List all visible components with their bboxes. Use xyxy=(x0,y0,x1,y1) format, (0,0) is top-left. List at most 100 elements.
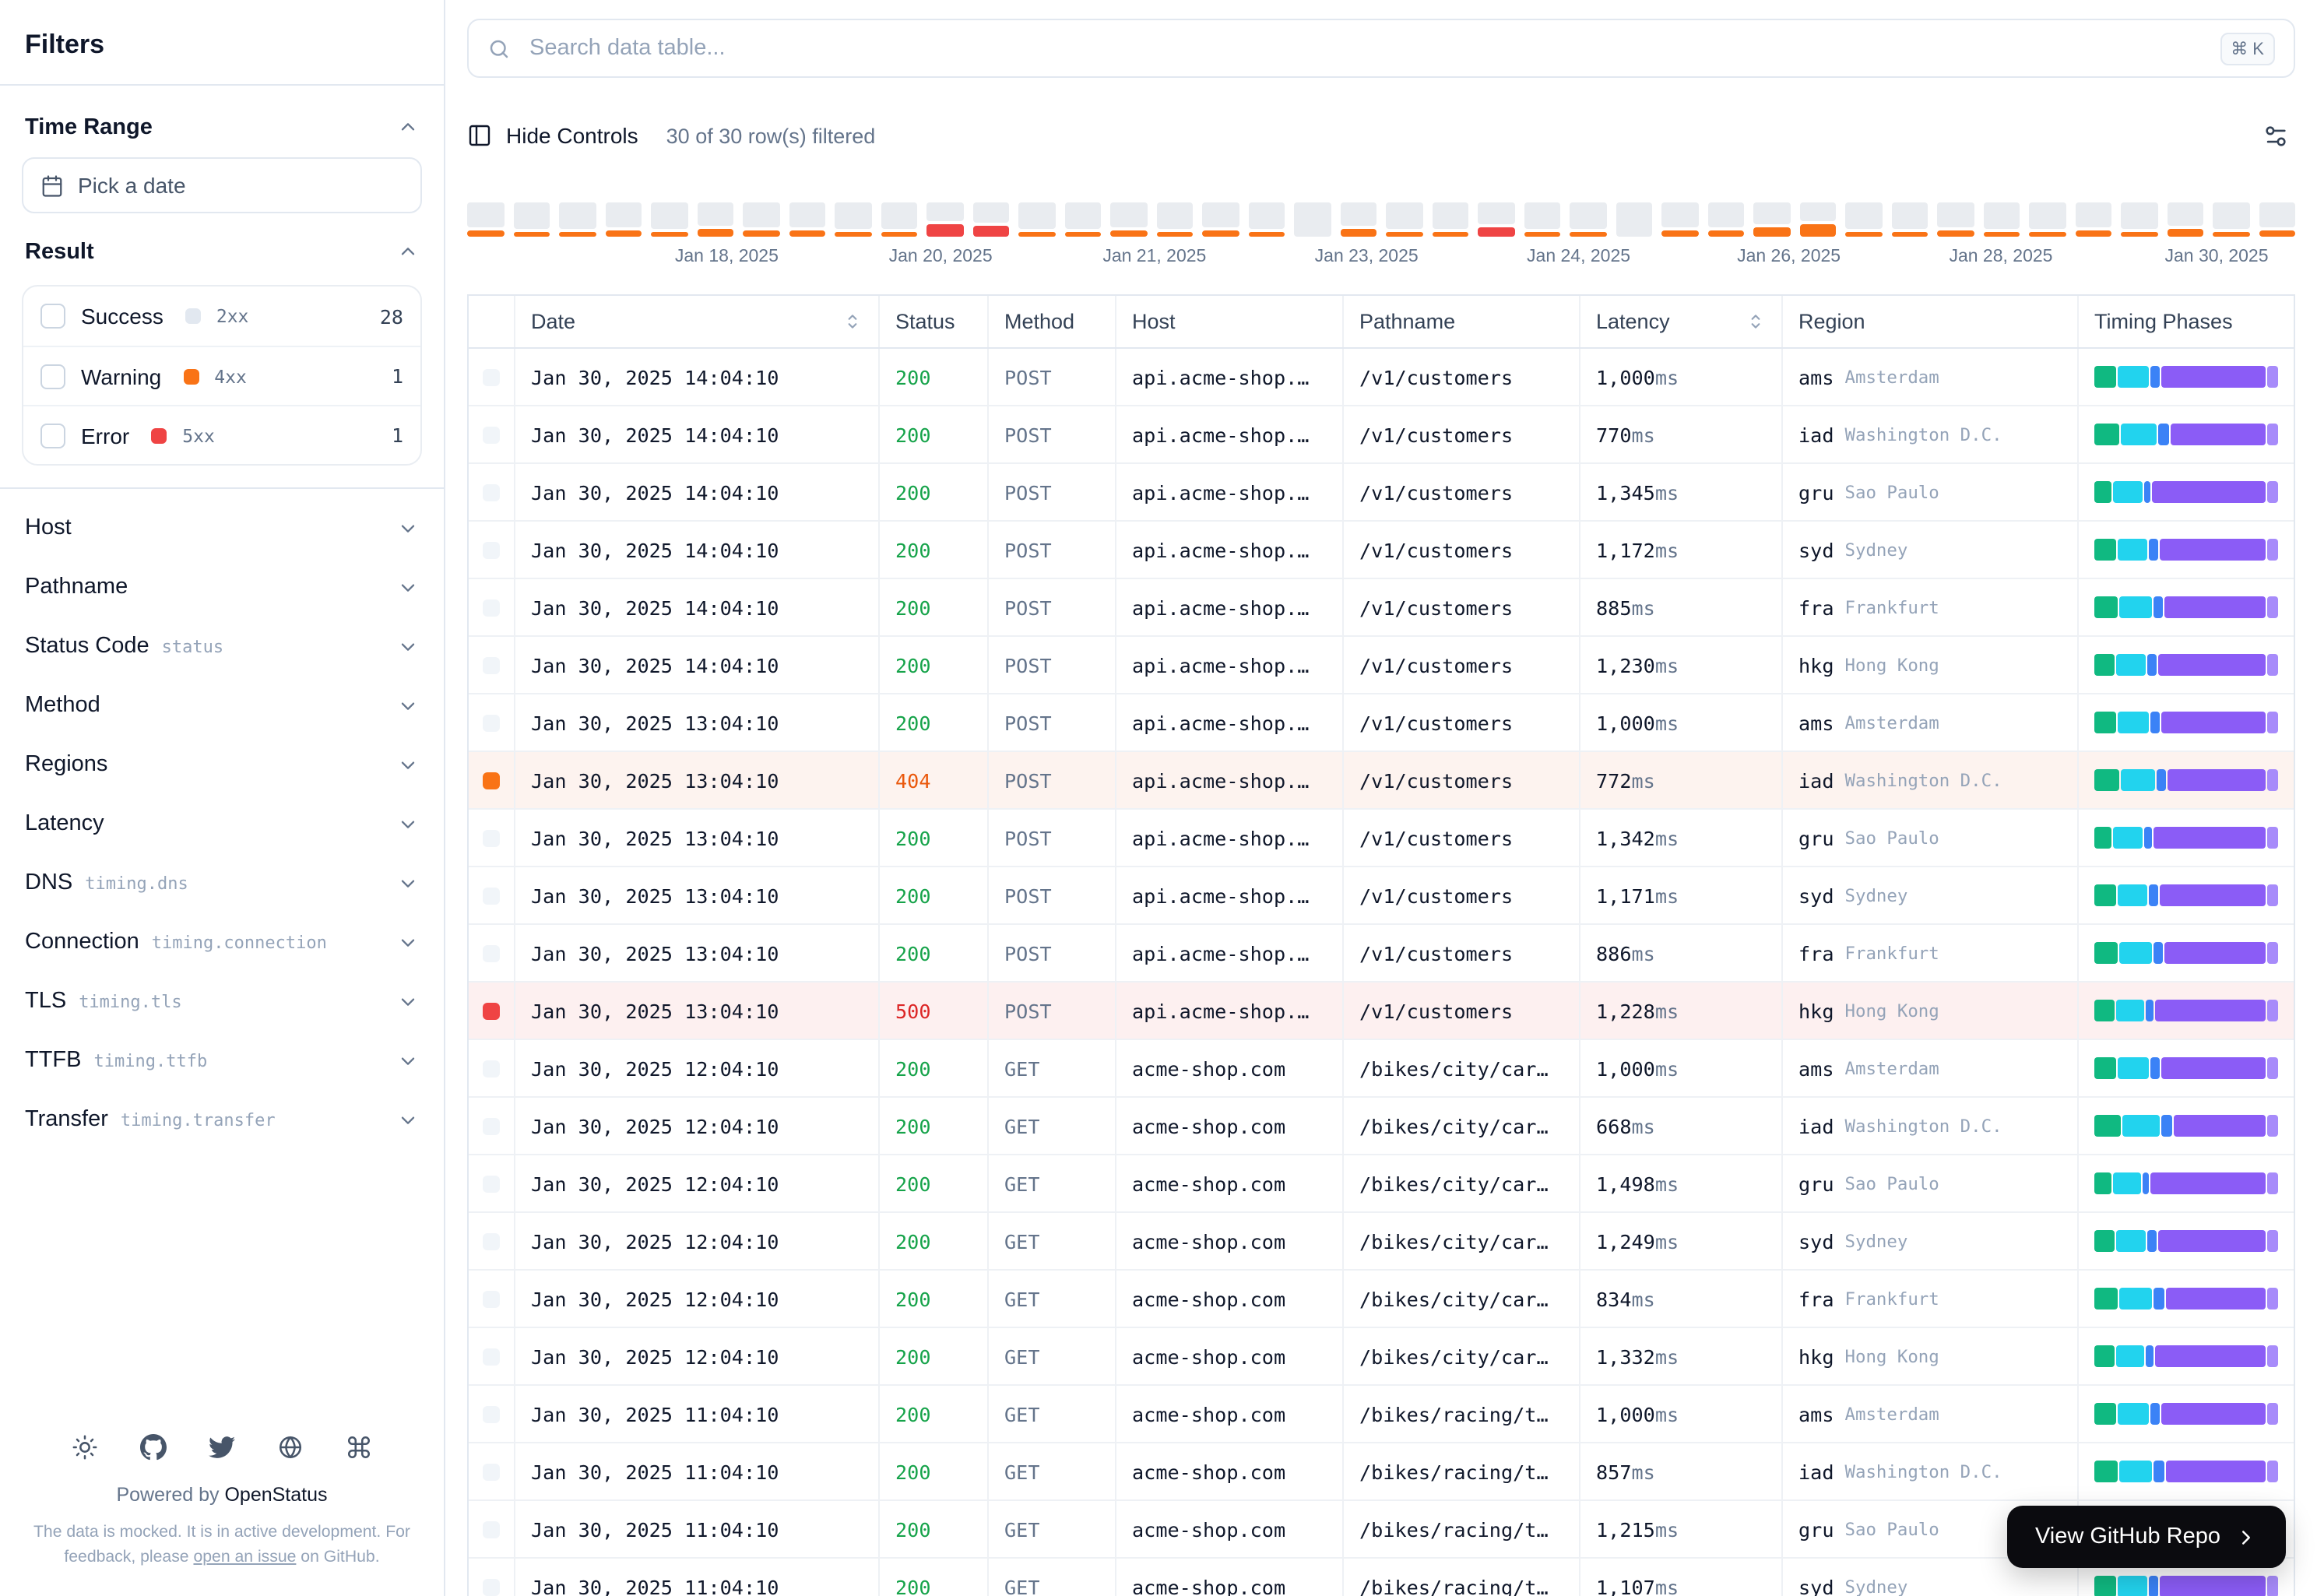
timeline-bar[interactable] xyxy=(1799,202,1836,237)
timeline-bar[interactable] xyxy=(605,202,642,237)
timeline-bar[interactable] xyxy=(789,202,825,237)
row-select-indicator[interactable] xyxy=(469,1155,515,1211)
row-select-indicator[interactable] xyxy=(469,1501,515,1557)
timeline-bar[interactable] xyxy=(2121,202,2157,237)
table-row[interactable]: Jan 30, 2025 13:04:10 500 POST api.acme-sho… xyxy=(469,983,2294,1040)
table-row[interactable]: Jan 30, 2025 14:04:10 200 POST api.acme-sho… xyxy=(469,637,2294,694)
timeline-bar[interactable] xyxy=(697,202,733,237)
table-row[interactable]: Jan 30, 2025 14:04:10 200 POST api.acme-sho… xyxy=(469,406,2294,464)
row-select-indicator[interactable] xyxy=(469,1328,515,1384)
row-select-indicator[interactable] xyxy=(469,1386,515,1442)
timeline-bar[interactable] xyxy=(2029,202,2066,237)
timeline-bar[interactable] xyxy=(1064,202,1101,237)
timeline-bar[interactable] xyxy=(2167,202,2203,237)
timeline-bar[interactable] xyxy=(1570,202,1606,237)
table-row[interactable]: Jan 30, 2025 13:04:10 200 POST api.acme-sho… xyxy=(469,867,2294,925)
row-select-indicator[interactable] xyxy=(469,1040,515,1096)
search-input[interactable] xyxy=(526,34,2205,62)
result-section-header[interactable]: Result xyxy=(22,223,422,282)
globe-icon[interactable] xyxy=(277,1434,304,1461)
row-select-indicator[interactable] xyxy=(469,349,515,405)
row-select-indicator[interactable] xyxy=(469,1213,515,1269)
timeline-bar[interactable] xyxy=(1248,202,1285,237)
timeline-bar[interactable] xyxy=(1983,202,2020,237)
result-option[interactable]: Warning 4xx 1 xyxy=(23,346,420,405)
row-select-indicator[interactable] xyxy=(469,522,515,578)
filter-section[interactable]: Method xyxy=(22,676,422,735)
table-row[interactable]: Jan 30, 2025 14:04:10 200 POST api.acme-sho… xyxy=(469,522,2294,579)
table-row[interactable]: Jan 30, 2025 13:04:10 200 POST api.acme-sho… xyxy=(469,694,2294,752)
timeline-bar[interactable] xyxy=(2075,202,2111,237)
timeline-bar[interactable] xyxy=(651,202,687,237)
timeline-bar[interactable] xyxy=(2213,202,2249,237)
timeline-bar[interactable] xyxy=(1845,202,1882,237)
table-row[interactable]: Jan 30, 2025 12:04:10 200 GET acme-shop.com… xyxy=(469,1098,2294,1155)
timeline-bar[interactable] xyxy=(1524,202,1560,237)
timeline-bar[interactable] xyxy=(559,202,596,237)
checkbox[interactable] xyxy=(40,304,65,329)
filter-section[interactable]: Host xyxy=(22,498,422,557)
table-row[interactable]: Jan 30, 2025 12:04:10 200 GET acme-shop.com… xyxy=(469,1040,2294,1098)
row-select-indicator[interactable] xyxy=(469,925,515,981)
row-select-indicator[interactable] xyxy=(469,1443,515,1499)
open-issue-link[interactable]: open an issue xyxy=(193,1548,296,1566)
table-row[interactable]: Jan 30, 2025 12:04:10 200 GET acme-shop.com… xyxy=(469,1213,2294,1271)
timeline-bar[interactable] xyxy=(1156,202,1193,237)
timeline-bar[interactable] xyxy=(467,202,504,237)
timeline-bar[interactable] xyxy=(1018,202,1055,237)
timeline-bar[interactable] xyxy=(881,202,917,237)
table-row[interactable]: Jan 30, 2025 14:04:10 200 POST api.acme-sho… xyxy=(469,579,2294,637)
filter-section[interactable]: TTFB timing.ttfb xyxy=(22,1031,422,1090)
column-header-latency[interactable]: Latency xyxy=(1580,296,1783,347)
row-select-indicator[interactable] xyxy=(469,406,515,462)
filter-section[interactable]: Regions xyxy=(22,735,422,794)
timeline-bar[interactable] xyxy=(1661,202,1698,237)
table-row[interactable]: Jan 30, 2025 13:04:10 200 POST api.acme-sho… xyxy=(469,810,2294,867)
view-options-button[interactable] xyxy=(2256,116,2295,155)
table-row[interactable]: Jan 30, 2025 11:04:10 200 GET acme-shop.com… xyxy=(469,1443,2294,1501)
result-option[interactable]: Error 5xx 1 xyxy=(23,405,420,464)
table-row[interactable]: Jan 30, 2025 12:04:10 200 GET acme-shop.com… xyxy=(469,1328,2294,1386)
row-select-indicator[interactable] xyxy=(469,1098,515,1154)
table-row[interactable]: Jan 30, 2025 13:04:10 200 POST api.acme-sho… xyxy=(469,925,2294,983)
row-select-indicator[interactable] xyxy=(469,983,515,1039)
timeline-bar[interactable] xyxy=(835,202,871,237)
timeline-bar[interactable] xyxy=(1478,202,1514,237)
timeline-bar[interactable] xyxy=(2259,202,2295,237)
table-row[interactable]: Jan 30, 2025 11:04:10 200 GET acme-shop.com… xyxy=(469,1386,2294,1443)
twitter-icon[interactable] xyxy=(209,1434,235,1461)
command-icon[interactable] xyxy=(346,1434,372,1461)
timeline-bar[interactable] xyxy=(1340,202,1376,237)
timeline-bar[interactable] xyxy=(1891,202,1928,237)
row-select-indicator[interactable] xyxy=(469,867,515,923)
timeline-bar[interactable] xyxy=(1294,202,1331,237)
row-select-indicator[interactable] xyxy=(469,694,515,751)
timeline-bar[interactable] xyxy=(1386,202,1422,237)
table-row[interactable]: Jan 30, 2025 12:04:10 200 GET acme-shop.com… xyxy=(469,1271,2294,1328)
github-icon[interactable] xyxy=(140,1434,167,1461)
row-select-indicator[interactable] xyxy=(469,1271,515,1327)
table-row[interactable]: Jan 30, 2025 14:04:10 200 POST api.acme-sho… xyxy=(469,464,2294,522)
table-row[interactable]: Jan 30, 2025 13:04:10 404 POST api.acme-sho… xyxy=(469,752,2294,810)
timeline-bar[interactable] xyxy=(1110,202,1147,237)
view-github-repo-button[interactable]: View GitHub Repo xyxy=(2006,1506,2286,1568)
timeline-bar[interactable] xyxy=(1616,202,1652,237)
hide-controls-button[interactable]: Hide Controls xyxy=(467,123,638,148)
filter-section[interactable]: Transfer timing.transfer xyxy=(22,1090,422,1149)
date-picker[interactable]: Pick a date xyxy=(22,157,422,213)
timeline-bar[interactable] xyxy=(926,202,963,237)
row-select-indicator[interactable] xyxy=(469,810,515,866)
checkbox[interactable] xyxy=(40,423,65,448)
filter-section[interactable]: TLS timing.tls xyxy=(22,972,422,1031)
timeline-bar[interactable] xyxy=(743,202,779,237)
row-select-indicator[interactable] xyxy=(469,579,515,635)
timeline-bar[interactable] xyxy=(1937,202,1974,237)
timeline-bar[interactable] xyxy=(1707,202,1744,237)
result-option[interactable]: Success 2xx 28 xyxy=(23,287,420,346)
filter-section[interactable]: Latency xyxy=(22,794,422,853)
theme-toggle-sun-icon[interactable] xyxy=(72,1434,98,1461)
openstatus-link[interactable]: OpenStatus xyxy=(224,1484,327,1506)
timeline-bar[interactable] xyxy=(1202,202,1239,237)
row-select-indicator[interactable] xyxy=(469,1559,515,1596)
time-range-section-header[interactable]: Time Range xyxy=(22,98,422,157)
